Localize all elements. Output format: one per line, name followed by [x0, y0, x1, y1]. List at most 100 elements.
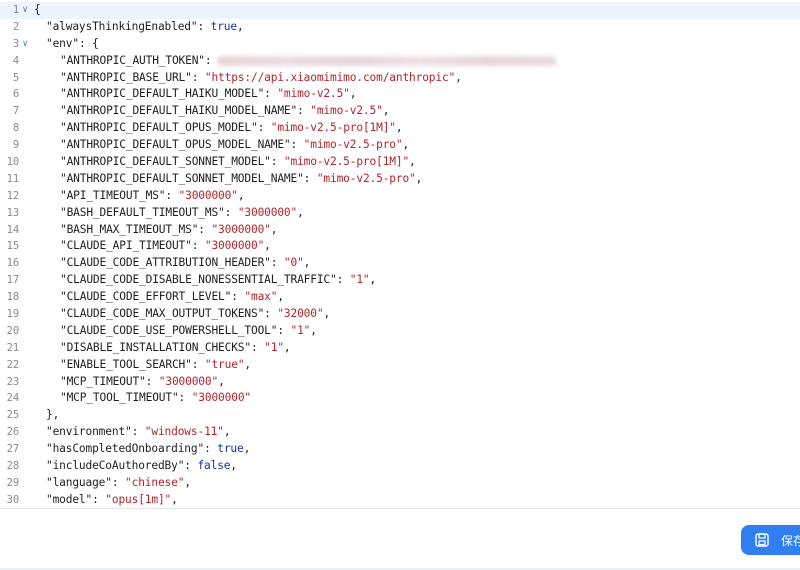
punctuation-token: ,	[171, 492, 178, 506]
line-number: 4	[12, 54, 19, 67]
save-button[interactable]: 保存	[741, 525, 800, 555]
code-line[interactable]: 20 "CLAUDE_CODE_USE_POWERSHELL_TOOL": "1"…	[0, 323, 800, 340]
code-text: "hasCompletedOnboarding": true,	[34, 441, 250, 458]
punctuation-token: ,	[218, 374, 225, 388]
key-token: "BASH_DEFAULT_TIMEOUT_MS"	[60, 205, 225, 219]
code-line[interactable]: 14 "BASH_MAX_TIMEOUT_MS": "3000000",	[0, 222, 800, 239]
key-token: "ANTHROPIC_AUTH_TOKEN"	[60, 53, 205, 67]
punctuation-token: :	[264, 87, 278, 101]
punctuation-token: ,	[270, 222, 278, 236]
code-line[interactable]: 17 "CLAUDE_CODE_DISABLE_NONESSENTIAL_TRAF…	[0, 272, 800, 289]
code-line[interactable]: 27 "hasCompletedOnboarding": true,	[0, 441, 800, 458]
key-token: "includeCoAuthoredBy"	[46, 459, 185, 473]
boolean-token: true	[217, 442, 244, 456]
code-line[interactable]: 4 "ANTHROPIC_AUTH_TOKEN":	[0, 53, 800, 70]
punctuation-token: :	[184, 459, 198, 473]
line-number: 28	[6, 460, 19, 473]
string-token: "1"	[290, 323, 311, 337]
punctuation-token: :	[297, 104, 311, 118]
save-button-label: 保存	[781, 533, 800, 548]
punctuation-token: :	[198, 222, 212, 236]
code-line[interactable]: 23 "MCP_TIMEOUT": "3000000",	[0, 374, 800, 391]
code-line[interactable]: 11 "ANTHROPIC_DEFAULT_SONNET_MODEL_NAME":…	[0, 171, 800, 188]
line-number: 3	[12, 37, 19, 50]
code-text: "model": "opus[1m]",	[34, 492, 178, 508]
code-text: "CLAUDE_API_TIMEOUT": "3000000",	[34, 238, 271, 255]
punctuation-token: ,	[244, 357, 251, 371]
punctuation-token: ,	[243, 442, 251, 456]
string-token: "3000000"	[178, 188, 238, 202]
punctuation-token: ,	[395, 121, 403, 135]
line-number: 20	[6, 324, 19, 337]
punctuation-token: : {	[78, 36, 99, 50]
string-token: "mimo-v2.5-pro"	[316, 171, 416, 185]
punctuation-token: ,	[184, 475, 191, 489]
code-line[interactable]: 1 ∨ {	[0, 2, 800, 19]
line-number: 23	[6, 375, 19, 388]
code-line[interactable]: 18 "CLAUDE_CODE_EFFORT_LEVEL": "max",	[0, 289, 800, 306]
punctuation-token: :	[290, 138, 304, 152]
punctuation-token: :	[191, 70, 205, 84]
code-line[interactable]: 19 "CLAUDE_CODE_MAX_OUTPUT_TOKENS": "3200…	[0, 306, 800, 323]
code-line[interactable]: 12 "API_TIMEOUT_MS": "3000000",	[0, 188, 800, 205]
code-line[interactable]: 26 "environment": "windows-11",	[0, 424, 800, 441]
punctuation-token: :	[204, 53, 212, 67]
code-editor[interactable]: 1 ∨{2 "alwaysThinkingEnabled": true, 3 ∨ "env…	[0, 0, 800, 508]
save-icon	[755, 533, 769, 547]
code-line[interactable]: 21 "DISABLE_INSTALLATION_CHECKS": "1",	[0, 340, 800, 357]
string-token: "32000"	[277, 307, 324, 321]
code-text: },	[34, 407, 59, 424]
line-number: 29	[6, 476, 19, 489]
punctuation-token: :	[92, 492, 106, 506]
key-token: "DISABLE_INSTALLATION_CHECKS"	[60, 340, 251, 354]
code-line[interactable]: 22 "ENABLE_TOOL_SEARCH": "true",	[0, 357, 800, 374]
punctuation-token: ,	[409, 155, 416, 169]
code-line[interactable]: 6 "ANTHROPIC_DEFAULT_HAIKU_MODEL": "mimo-…	[0, 86, 800, 103]
code-line[interactable]: 3 ∨ "env": {	[0, 36, 800, 53]
code-text: "ANTHROPIC_AUTH_TOKEN":	[34, 53, 558, 70]
string-token: "opus[1m]"	[105, 492, 172, 506]
string-token: "1"	[264, 340, 284, 354]
punctuation-token: ,	[369, 273, 377, 287]
key-token: "BASH_MAX_TIMEOUT_MS"	[60, 222, 199, 236]
code-line[interactable]: 16 "CLAUDE_CODE_ATTRIBUTION_HEADER": "0",	[0, 255, 800, 272]
string-token: "max"	[244, 290, 278, 304]
key-token: "MCP_TOOL_TIMEOUT"	[60, 391, 179, 405]
code-line[interactable]: 2 "alwaysThinkingEnabled": true,	[0, 19, 800, 36]
code-line[interactable]: 25},	[0, 407, 800, 424]
code-text: "ANTHROPIC_DEFAULT_SONNET_MODEL": "mimo-…	[34, 154, 416, 171]
code-line[interactable]: 28 "includeCoAuthoredBy": false,	[0, 458, 800, 475]
code-text: "ANTHROPIC_DEFAULT_SONNET_MODEL_NAME": "…	[34, 171, 422, 188]
fold-chevron-icon[interactable]: ∨	[20, 2, 30, 19]
punctuation-token: },	[46, 408, 60, 422]
code-line[interactable]: 10 "ANTHROPIC_DEFAULT_SONNET_MODEL": "mim…	[0, 154, 800, 171]
punctuation-token: :	[191, 357, 205, 371]
line-number: 8	[12, 122, 19, 135]
key-token: "CLAUDE_CODE_EFFORT_LEVEL"	[60, 290, 232, 304]
punctuation-token: ,	[297, 205, 304, 219]
code-line[interactable]: 15 "CLAUDE_API_TIMEOUT": "3000000",	[0, 238, 800, 255]
code-text: "ANTHROPIC_DEFAULT_OPUS_MODEL_NAME": "mi…	[34, 137, 409, 154]
punctuation-token: ,	[283, 340, 291, 354]
code-line[interactable]: 30 "model": "opus[1m]",	[0, 492, 800, 508]
key-token: "alwaysThinkingEnabled"	[46, 19, 198, 33]
code-line[interactable]: 7 "ANTHROPIC_DEFAULT_HAIKU_MODEL_NAME": "…	[0, 103, 800, 120]
code-line[interactable]: 5 "ANTHROPIC_BASE_URL": "https://api.xiao…	[0, 70, 800, 87]
line-number: 11	[6, 172, 19, 185]
fold-chevron-icon[interactable]: ∨	[20, 36, 30, 53]
line-number: 21	[6, 341, 19, 354]
code-line[interactable]: 9 "ANTHROPIC_DEFAULT_OPUS_MODEL_NAME": "m…	[0, 137, 800, 154]
line-number: 5	[12, 71, 19, 84]
string-token: "windows-11"	[144, 425, 224, 439]
code-line[interactable]: 29 "language": "chinese",	[0, 475, 800, 492]
line-number: 9	[12, 139, 19, 152]
code-text: "alwaysThinkingEnabled": true,	[34, 19, 244, 36]
code-text: "ANTHROPIC_BASE_URL": "https://api.xiaom…	[34, 70, 462, 87]
punctuation-token: ,	[237, 188, 245, 202]
line-number: 13	[6, 206, 19, 219]
code-line[interactable]: 24 "MCP_TOOL_TIMEOUT": "3000000"	[0, 390, 800, 407]
code-line[interactable]: 8 "ANTHROPIC_DEFAULT_OPUS_MODEL": "mimo-v…	[0, 120, 800, 137]
string-token: "3000000"	[158, 374, 219, 388]
code-line[interactable]: 13 "BASH_DEFAULT_TIMEOUT_MS": "3000000",	[0, 205, 800, 222]
punctuation-token: ,	[415, 171, 423, 185]
